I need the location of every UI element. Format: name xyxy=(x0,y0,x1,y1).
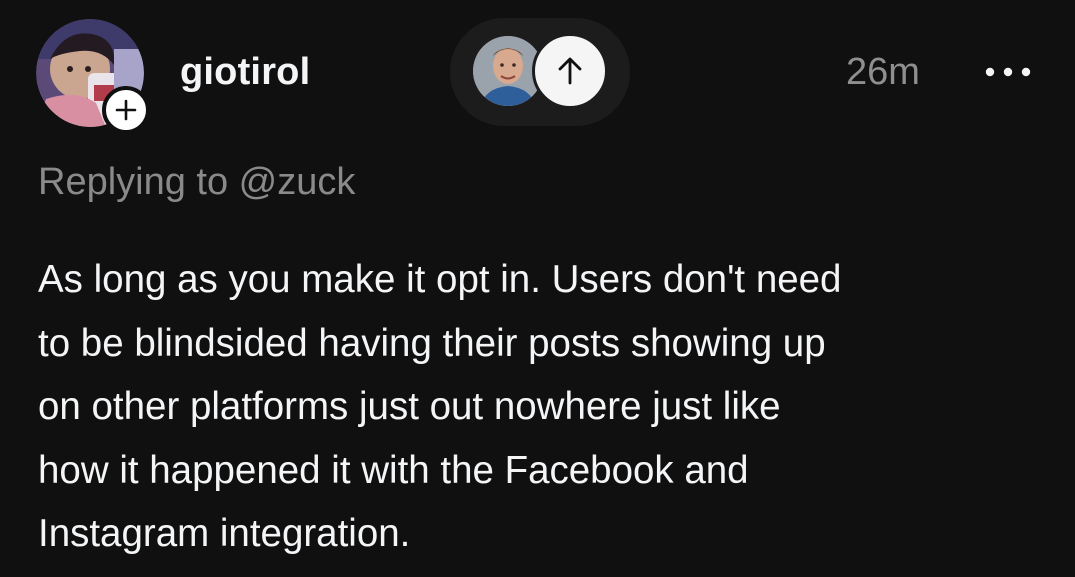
post-body-text: As long as you make it opt in. Users don… xyxy=(38,258,842,555)
follow-button[interactable] xyxy=(102,86,150,134)
thread-post: giotirol 26m Replying to @zuck As long a… xyxy=(0,0,1075,577)
replying-to-label[interactable]: Replying to @zuck xyxy=(38,158,355,206)
more-options-button[interactable] xyxy=(978,58,1038,86)
post-timestamp: 26m xyxy=(846,51,920,93)
arrow-up-icon xyxy=(558,57,582,85)
ellipsis-icon xyxy=(985,67,1031,77)
author-username[interactable]: giotirol xyxy=(180,50,310,94)
scroll-to-parent-button[interactable] xyxy=(532,33,608,109)
plus-icon xyxy=(115,99,137,121)
author-avatar-container[interactable] xyxy=(36,19,150,134)
